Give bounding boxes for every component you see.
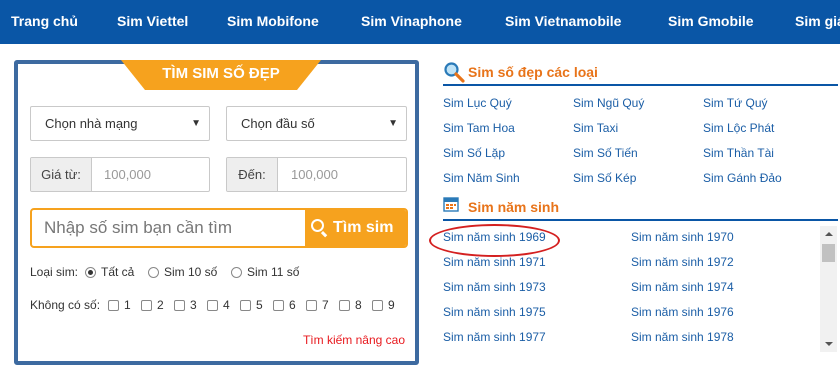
sim-type-radio-11[interactable] bbox=[231, 267, 242, 278]
nav-vinaphone[interactable]: Sim Vinaphone bbox=[361, 13, 462, 29]
exclude-digit-4-checkbox[interactable] bbox=[207, 300, 218, 311]
exclude-digit-8-label: 8 bbox=[355, 298, 362, 312]
exclude-digit-5-checkbox[interactable] bbox=[240, 300, 251, 311]
nav-viettel[interactable]: Sim Viettel bbox=[117, 13, 188, 29]
chevron-down-icon: ▼ bbox=[191, 118, 201, 129]
sim-search-input[interactable]: Nhập số sim bạn cần tìm bbox=[44, 210, 232, 246]
price-from-label: Giá từ: bbox=[31, 158, 92, 191]
category-link[interactable]: Sim Số Tiến bbox=[573, 146, 638, 160]
exclude-digits-label: Không có số: bbox=[30, 298, 101, 312]
exclude-digit-2-label: 2 bbox=[157, 298, 164, 312]
exclude-digit-4-label: 4 bbox=[223, 298, 230, 312]
category-link[interactable]: Sim Gánh Đảo bbox=[703, 171, 782, 185]
search-button[interactable]: Tìm sim bbox=[305, 210, 406, 246]
prefix-select-value: Chọn đầu số bbox=[241, 116, 315, 131]
birth-year-title: Sim năm sinh bbox=[468, 199, 560, 215]
category-link[interactable]: Sim Năm Sinh bbox=[443, 171, 520, 185]
price-to-value: 100,000 bbox=[291, 167, 338, 182]
categories-title: Sim số đẹp các loại bbox=[468, 64, 598, 80]
exclude-digit-7-label: 7 bbox=[322, 298, 329, 312]
network-select[interactable]: Chọn nhà mạng ▼ bbox=[30, 106, 210, 141]
sim-type-all-label: Tất cả bbox=[101, 265, 135, 279]
category-link[interactable]: Sim Thần Tài bbox=[703, 146, 774, 160]
exclude-digit-8-checkbox[interactable] bbox=[339, 300, 350, 311]
calendar-icon bbox=[443, 197, 459, 212]
birth-year-divider bbox=[443, 219, 838, 221]
search-icon bbox=[311, 219, 324, 232]
exclude-digit-1-label: 1 bbox=[124, 298, 131, 312]
nav-price[interactable]: Sim giá bbox=[795, 13, 840, 29]
nav-vietnamobile[interactable]: Sim Vietnamobile bbox=[505, 13, 621, 29]
price-to-field[interactable]: Đến: 100,000 bbox=[226, 157, 407, 192]
birth-year-link[interactable]: Sim năm sinh 1970 bbox=[631, 230, 734, 244]
exclude-digit-9-checkbox[interactable] bbox=[372, 300, 383, 311]
nav-mobifone[interactable]: Sim Mobifone bbox=[227, 13, 319, 29]
birth-year-link[interactable]: Sim năm sinh 1971 bbox=[443, 255, 546, 269]
prefix-select[interactable]: Chọn đầu số ▼ bbox=[226, 106, 407, 141]
advanced-search-link[interactable]: Tìm kiếm nâng cao bbox=[303, 333, 405, 347]
highlight-circle bbox=[429, 224, 560, 257]
birth-year-link[interactable]: Sim năm sinh 1973 bbox=[443, 280, 546, 294]
price-from-value: 100,000 bbox=[104, 167, 151, 182]
exclude-digit-5-label: 5 bbox=[256, 298, 263, 312]
exclude-digit-9-label: 9 bbox=[388, 298, 395, 312]
birth-year-link[interactable]: Sim năm sinh 1975 bbox=[443, 305, 546, 319]
search-panel: TÌM SIM SỐ ĐẸP Chọn nhà mạng ▼ Chọn đầu … bbox=[14, 60, 419, 365]
birth-year-link[interactable]: Sim năm sinh 1976 bbox=[631, 305, 734, 319]
category-link[interactable]: Sim Số Lặp bbox=[443, 146, 505, 160]
exclude-digit-6-checkbox[interactable] bbox=[273, 300, 284, 311]
chevron-down-icon: ▼ bbox=[388, 118, 398, 129]
exclude-digit-7-checkbox[interactable] bbox=[306, 300, 317, 311]
category-link[interactable]: Sim Số Kép bbox=[573, 171, 636, 185]
panel-title: TÌM SIM SỐ ĐẸP bbox=[121, 60, 321, 90]
exclude-digit-3-label: 3 bbox=[190, 298, 197, 312]
sim-type-label: Loại sim: bbox=[30, 265, 79, 279]
birth-year-link[interactable]: Sim năm sinh 1974 bbox=[631, 280, 734, 294]
price-from-field[interactable]: Giá từ: 100,000 bbox=[30, 157, 210, 192]
scroll-down-icon[interactable] bbox=[825, 342, 833, 346]
categories-divider bbox=[443, 84, 838, 86]
sim-search-field[interactable]: Nhập số sim bạn cần tìm Tìm sim bbox=[30, 208, 408, 248]
exclude-digit-6-label: 6 bbox=[289, 298, 296, 312]
exclude-digit-2-checkbox[interactable] bbox=[141, 300, 152, 311]
sim-type-radio-all[interactable] bbox=[85, 267, 96, 278]
category-link[interactable]: Sim Tam Hoa bbox=[443, 121, 515, 135]
exclude-digit-3-checkbox[interactable] bbox=[174, 300, 185, 311]
sim-type-radio-10[interactable] bbox=[148, 267, 159, 278]
scroll-up-icon[interactable] bbox=[825, 232, 833, 236]
birth-year-scrollbar[interactable] bbox=[820, 226, 837, 352]
birth-year-link[interactable]: Sim năm sinh 1977 bbox=[443, 330, 546, 344]
sim-type-11-label: Sim 11 số bbox=[247, 265, 300, 279]
sim-type-10-label: Sim 10 số bbox=[164, 265, 218, 279]
nav-gmobile[interactable]: Sim Gmobile bbox=[668, 13, 754, 29]
category-link[interactable]: Sim Tứ Quý bbox=[703, 96, 768, 110]
search-button-label: Tìm sim bbox=[333, 219, 394, 236]
category-link[interactable]: Sim Lục Quý bbox=[443, 96, 512, 110]
birth-year-link[interactable]: Sim năm sinh 1978 bbox=[631, 330, 734, 344]
category-link[interactable]: Sim Taxi bbox=[573, 121, 618, 135]
category-link[interactable]: Sim Ngũ Quý bbox=[573, 96, 644, 110]
magnifier-icon bbox=[444, 62, 465, 83]
nav-home[interactable]: Trang chủ bbox=[11, 13, 78, 29]
network-select-value: Chọn nhà mạng bbox=[45, 116, 138, 131]
exclude-digit-1-checkbox[interactable] bbox=[108, 300, 119, 311]
birth-year-link[interactable]: Sim năm sinh 1972 bbox=[631, 255, 734, 269]
top-nav: Trang chủ Sim Viettel Sim Mobifone Sim V… bbox=[0, 0, 840, 44]
price-to-label: Đến: bbox=[227, 158, 278, 191]
category-link[interactable]: Sim Lộc Phát bbox=[703, 121, 774, 135]
scroll-thumb[interactable] bbox=[822, 244, 835, 262]
